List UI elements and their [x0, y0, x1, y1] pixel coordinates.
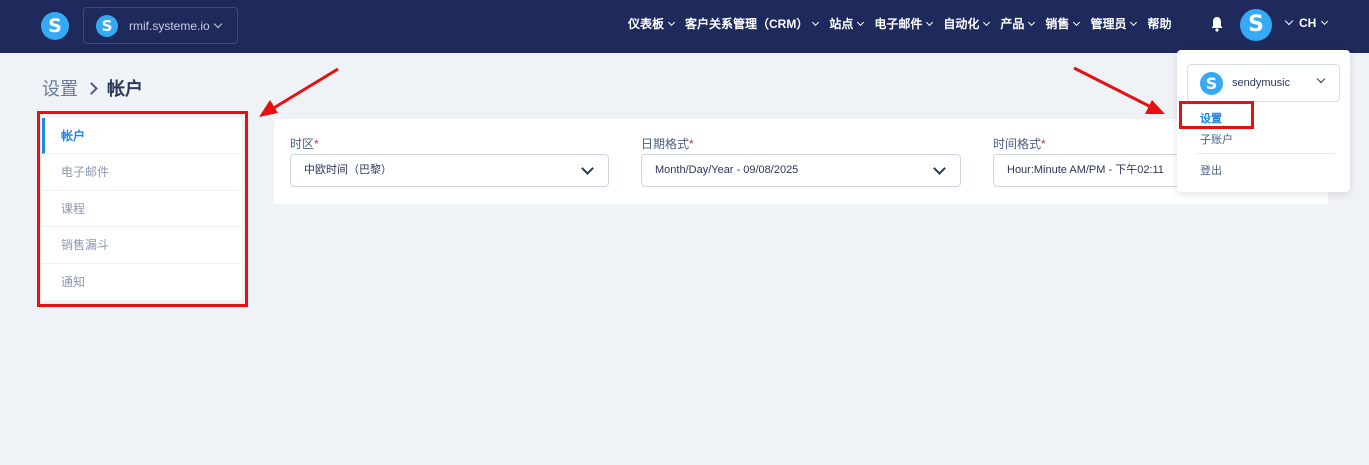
side-menu-item-email[interactable]: 电子邮件 [42, 154, 242, 191]
annotation-arrow [271, 67, 339, 111]
annotation-arrowhead [1145, 100, 1165, 114]
time-format-value: Hour:Minute AM/PM - 下午02:11 [1007, 164, 1164, 176]
account-switcher[interactable]: S sendymusic [1187, 64, 1340, 102]
dropdown-item-logout[interactable]: 登出 [1200, 162, 1222, 178]
nav-sales[interactable]: 销售 [1045, 15, 1081, 32]
chevron-down-icon [1130, 18, 1138, 27]
chevron-down-icon [213, 19, 223, 29]
site-name: rmif.systeme.io [129, 19, 210, 33]
settings-side-menu: 帐户 电子邮件 课程 销售漏斗 通知 [42, 118, 242, 300]
annotation-arrowhead [259, 100, 278, 117]
timezone-label: 时区* [290, 137, 319, 151]
breadcrumb-parent[interactable]: 设置 [42, 75, 78, 101]
main-nav: 仪表板 客户关系管理（CRM） 站点 电子邮件 自动化 产品 销售 管理员 帮助 [628, 15, 1182, 32]
account-logo: S [1200, 72, 1223, 95]
nav-sites[interactable]: 站点 [829, 15, 865, 32]
chevron-down-icon [933, 162, 946, 175]
chevron-down-icon[interactable] [1284, 16, 1294, 26]
dropdown-item-settings[interactable]: 设置 [1200, 110, 1222, 126]
chevron-down-icon [983, 18, 991, 27]
nav-dashboard[interactable]: 仪表板 [628, 15, 676, 32]
nav-automation[interactable]: 自动化 [943, 15, 991, 32]
timezone-value: 中欧时间（巴黎） [304, 164, 392, 176]
time-format-select[interactable]: Hour:Minute AM/PM - 下午02:11 [993, 154, 1193, 187]
chevron-down-icon [1321, 17, 1329, 26]
required-mark: * [1041, 137, 1046, 151]
date-format-value: Month/Day/Year - 09/08/2025 [655, 164, 799, 176]
language-selector[interactable]: CH [1299, 16, 1329, 30]
annotation-arrow [1073, 66, 1152, 109]
user-dropdown-menu: S sendymusic 设置 子账户 登出 [1177, 50, 1350, 192]
site-selector[interactable]: S rmif.systeme.io [83, 7, 238, 44]
nav-email[interactable]: 电子邮件 [874, 15, 934, 32]
top-navigation-bar: S S rmif.systeme.io 仪表板 客户关系管理（CRM） 站点 电… [0, 0, 1369, 53]
timezone-select[interactable]: 中欧时间（巴黎） [290, 154, 609, 187]
chevron-down-icon [1316, 74, 1326, 84]
chevron-right-icon [85, 81, 98, 95]
user-avatar[interactable]: S [1240, 9, 1272, 41]
account-settings-card: 时区* 中欧时间（巴黎） 日期格式* Month/Day/Year - 09/0… [274, 119, 1328, 204]
required-mark: * [689, 137, 694, 151]
chevron-down-icon [812, 18, 820, 27]
nav-products[interactable]: 产品 [1000, 15, 1036, 32]
chevron-down-icon [581, 162, 594, 175]
divider [1197, 153, 1335, 154]
nav-help[interactable]: 帮助 [1147, 15, 1171, 32]
nav-crm[interactable]: 客户关系管理（CRM） [685, 15, 820, 32]
side-menu-item-courses[interactable]: 课程 [42, 191, 242, 228]
account-name: sendymusic [1232, 77, 1291, 89]
chevron-down-icon [926, 18, 934, 27]
chevron-down-icon [857, 18, 865, 27]
side-menu-item-notifications[interactable]: 通知 [42, 264, 242, 300]
chevron-down-icon [1028, 18, 1036, 27]
site-logo: S [96, 15, 118, 37]
time-format-label: 时间格式* [993, 137, 1046, 151]
breadcrumb: 设置 帐户 [42, 75, 143, 101]
chevron-down-icon [667, 18, 676, 27]
required-mark: * [314, 137, 319, 151]
side-menu-item-account[interactable]: 帐户 [42, 118, 242, 155]
dropdown-item-subaccounts[interactable]: 子账户 [1200, 131, 1233, 147]
nav-admin[interactable]: 管理员 [1090, 15, 1138, 32]
date-format-select[interactable]: Month/Day/Year - 09/08/2025 [641, 154, 961, 187]
brand-logo[interactable]: S [41, 12, 69, 40]
date-format-label: 日期格式* [641, 137, 694, 151]
side-menu-item-funnels[interactable]: 销售漏斗 [42, 227, 242, 264]
bell-icon[interactable] [1210, 16, 1224, 32]
chevron-down-icon [1073, 18, 1081, 27]
page-title: 帐户 [107, 79, 143, 99]
